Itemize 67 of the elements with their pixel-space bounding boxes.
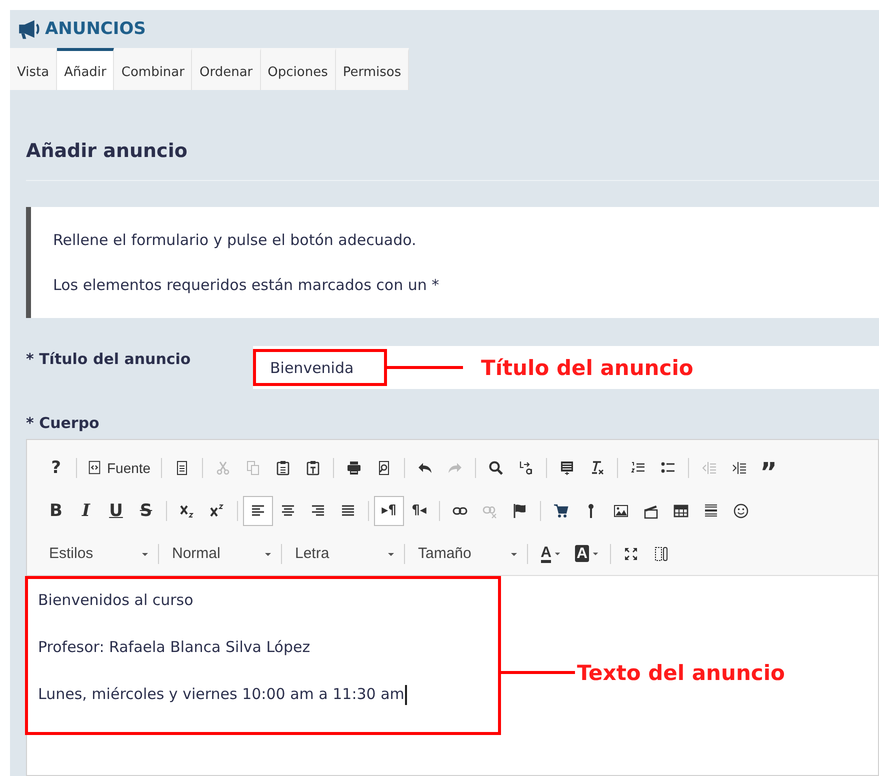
superscript-icon [209,502,225,518]
caret-icon [554,550,562,557]
help-button[interactable]: ? [41,452,71,482]
align-right-icon [310,502,326,518]
flag-icon [512,502,528,518]
italic-button[interactable]: I [71,496,101,526]
clapperboard-icon [643,502,659,518]
align-left-button[interactable] [243,496,273,526]
right-to-left-button[interactable]: ¶◂ [404,496,434,526]
text-color-button[interactable]: A [533,538,569,568]
tab[interactable]: Combinar [114,48,192,90]
toolbar-dropdown[interactable]: Letra [287,545,399,562]
tab[interactable]: Ordenar [192,48,261,90]
strikethrough-button[interactable]: S [131,496,161,526]
editor-content-area[interactable]: Bienvenidos al curso Profesor: Rafaela Blanca Silva López Lunes, miércoles y viernes 10:00 am a 11:30 am Texto del anuncio [27,576,878,775]
blockquote-button[interactable]: ” [754,452,784,482]
align-left-icon [250,502,266,518]
table-icon [673,502,689,518]
numbered-list-icon [630,460,646,476]
text-cursor [405,684,407,705]
maximize-icon [623,546,639,562]
tab[interactable]: Añadir [57,48,114,90]
title-field[interactable]: Bienvenida [253,349,387,386]
indent-icon [730,460,747,476]
underline-button[interactable]: U [101,496,131,526]
tab[interactable]: Permisos [336,48,410,90]
clipboard-icon [274,460,291,476]
annotation-label: Texto del anuncio [577,660,785,684]
toolbar-dropdown[interactable]: Estilos [41,545,153,562]
source-button[interactable]: Fuente [82,452,156,482]
caret-icon [592,550,600,557]
scissors-icon [214,460,231,476]
clipboard-text-icon [304,460,321,476]
body-text: Lunes, miércoles y viernes 10:00 am a 11:30 am [38,685,404,703]
field-label: * Cuerpo [26,413,100,434]
replace-icon [518,460,534,476]
toolbar-dropdown[interactable]: Normal [164,545,276,562]
megaphone-icon [18,19,42,39]
select-all-icon [558,460,575,476]
background-color-button[interactable]: A [569,538,605,568]
copy-icon [244,460,261,476]
cart-icon [553,502,569,518]
bullet-list-icon [660,460,676,476]
outdent-icon [700,460,717,476]
tab[interactable]: Vista [10,48,58,90]
image-icon [613,502,629,518]
align-center-icon [280,502,296,518]
toolbar-dropdown[interactable]: Tamaño [410,545,522,562]
instruction-text: Los elementos requeridos están marcados con un * [53,275,440,295]
source-icon [87,460,102,475]
show-blocks-icon [653,546,669,562]
bold-button[interactable]: B [41,496,71,526]
instruction-text: Rellene el formulario y pulse el botón adecuado. [53,230,418,250]
horizontal-rule-icon [703,502,719,518]
left-to-right-button[interactable]: ▸¶ [374,496,404,526]
body-text: Profesor: Rafaela Blanca Silva López [38,638,310,656]
printer-icon [346,460,362,476]
search-icon [488,460,504,476]
module-title: ANUNCIOS [45,19,146,39]
body-text: Bienvenidos al curso [38,591,194,609]
align-justify-icon [340,502,356,518]
smiley-icon [733,502,749,518]
tab[interactable]: Opciones [260,48,336,90]
annotation-label: Título del anuncio [481,356,694,380]
subscript-icon [179,502,195,518]
field-label: * Título del anuncio [26,349,192,370]
page-title: Añadir anuncio [26,140,188,164]
